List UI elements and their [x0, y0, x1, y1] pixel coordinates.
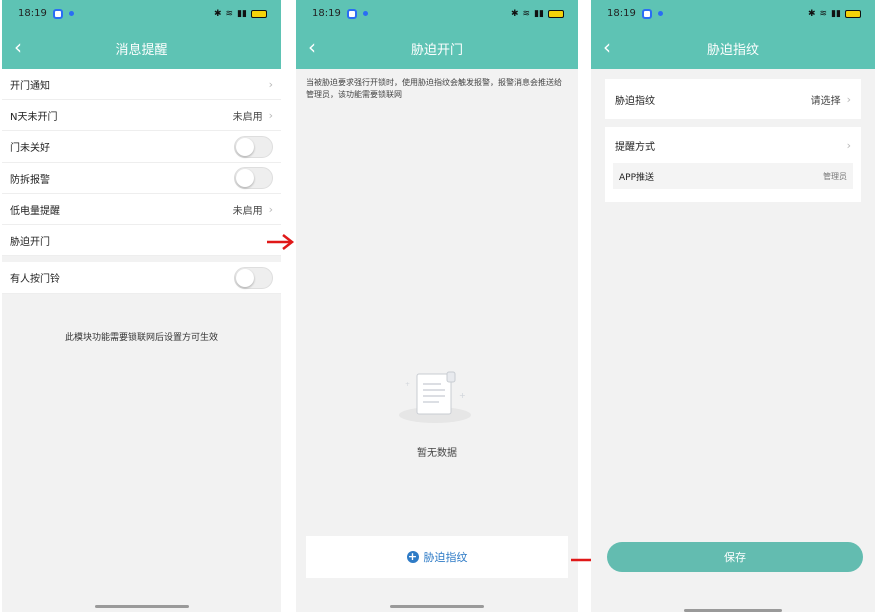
flow-arrow-icon — [267, 234, 295, 250]
chevron-right-icon: › — [268, 77, 273, 91]
signal-icon: ▮▮ — [831, 8, 841, 19]
chevron-right-icon: › — [268, 202, 273, 216]
page-title: 胁迫指纹 — [706, 42, 759, 58]
bluetooth-icon: ✱ — [214, 8, 222, 19]
status-time: 18:19 — [18, 8, 47, 19]
row-label: 胁迫开门 — [10, 236, 50, 248]
status-time: 18:19 — [607, 8, 636, 19]
signal-icon: ▮▮ — [237, 8, 247, 19]
status-time: 18:19 — [312, 8, 341, 19]
battery-icon — [548, 9, 564, 18]
page-title: 胁迫开门 — [410, 42, 463, 58]
home-indicator[interactable] — [390, 605, 484, 608]
fingerprint-value: 请选择 — [810, 95, 841, 107]
row-label: 开门通知 — [10, 80, 50, 92]
duress-description: 当被胁迫要求强行开锁时，使用胁迫指纹会触发报警，报警消息会推送给管理员，该功能需… — [306, 78, 562, 99]
battery-icon — [845, 9, 861, 18]
anti-tamper-toggle[interactable] — [234, 167, 273, 189]
svg-text:+: + — [459, 391, 466, 400]
wifi-icon: ≋ — [225, 8, 234, 19]
back-icon[interactable]: ‹ — [14, 37, 22, 57]
home-indicator[interactable] — [94, 605, 189, 608]
wifi-icon: ≋ — [522, 8, 531, 19]
wifi-icon: ≋ — [819, 8, 828, 19]
bluetooth-icon: ✱ — [808, 8, 816, 19]
chevron-right-icon: › — [846, 92, 851, 106]
bluetooth-icon: ✱ — [511, 8, 519, 19]
row-door-not-closed: 门未关好 — [2, 131, 281, 163]
fingerprint-label: 胁迫指纹 — [615, 95, 655, 107]
add-label: 胁迫指纹 — [423, 551, 468, 564]
row-open-notification[interactable]: 开门通知 › — [2, 69, 281, 100]
battery-icon — [251, 9, 267, 18]
app-notification-icon — [641, 8, 652, 19]
row-label: 防拆报警 — [10, 174, 50, 186]
notification-dot-icon — [362, 11, 368, 16]
row-duress-open[interactable]: 胁迫开门 — [2, 225, 281, 256]
remind-label: 提醒方式 — [615, 141, 655, 153]
status-bar: 18:19 ✱ ≋ ▮▮ — [591, 0, 875, 27]
svg-text:+: + — [405, 381, 410, 388]
app-push-row[interactable]: APP推送 管理员 — [613, 163, 853, 189]
remind-method-row[interactable]: 提醒方式 › — [605, 127, 861, 163]
nav-bar: ‹ 胁迫开门 — [296, 27, 578, 69]
chevron-right-icon: › — [846, 138, 851, 152]
back-icon[interactable]: ‹ — [308, 37, 316, 57]
chevron-right-icon: › — [268, 108, 273, 122]
row-label: 有人按门铃 — [10, 274, 60, 285]
nav-bar: ‹ 消息提醒 — [2, 27, 281, 69]
empty-state: + + 暂无数据 — [296, 368, 578, 459]
app-notification-icon — [346, 8, 357, 19]
row-low-battery[interactable]: 低电量提醒 未启用 › — [2, 194, 281, 225]
screen-message-reminders: 18:19 ✱ ≋ ▮▮ ‹ 消息提醒 开门通知 › N天未开门 未启用 › 门未… — [2, 0, 281, 612]
signal-icon: ▮▮ — [534, 8, 544, 19]
add-duress-fingerprint-button[interactable]: + 胁迫指纹 — [306, 536, 568, 578]
row-label: N天未开门 — [10, 111, 58, 123]
doorbell-toggle[interactable] — [234, 266, 273, 289]
push-label: APP推送 — [619, 172, 655, 183]
fingerprint-card: 胁迫指纹 请选择 › — [605, 79, 861, 119]
empty-text: 暂无数据 — [417, 448, 457, 459]
row-value: 未启用 — [232, 111, 263, 123]
plus-circle-icon: + — [406, 550, 419, 563]
row-anti-tamper: 防拆报警 — [2, 163, 281, 194]
page-title: 消息提醒 — [115, 42, 168, 58]
fingerprint-select-row[interactable]: 胁迫指纹 请选择 › — [605, 79, 861, 119]
row-label: 门未关好 — [10, 143, 50, 154]
row-doorbell: 有人按门铃 — [2, 262, 281, 294]
screen-duress-open: 18:19 ✱ ≋ ▮▮ ‹ 胁迫开门 当被胁迫要求强行开锁时，使用胁迫指纹会触… — [296, 0, 578, 612]
empty-document-icon: + + — [399, 371, 471, 423]
stage: 18:19 ✱ ≋ ▮▮ ‹ 消息提醒 开门通知 › N天未开门 未启用 › 门未… — [0, 0, 875, 612]
save-button[interactable]: 保存 — [607, 542, 863, 572]
network-note: 此模块功能需要锁联网后设置方可生效 — [64, 333, 218, 343]
row-n-days-not-opened[interactable]: N天未开门 未启用 › — [2, 100, 281, 131]
status-bar: 18:19 ✱ ≋ ▮▮ — [296, 0, 578, 27]
screen-duress-fingerprint: 18:19 ✱ ≋ ▮▮ ‹ 胁迫指纹 胁迫指纹 请选择 › 提醒方式 › AP… — [591, 0, 875, 612]
back-icon[interactable]: ‹ — [603, 37, 611, 57]
notification-dot-icon — [657, 11, 663, 16]
app-notification-icon — [52, 8, 63, 19]
notification-dot-icon — [68, 11, 74, 16]
status-bar: 18:19 ✱ ≋ ▮▮ — [2, 0, 281, 27]
row-label: 低电量提醒 — [10, 205, 60, 217]
remind-card: 提醒方式 › APP推送 管理员 — [605, 127, 861, 202]
row-value: 未启用 — [232, 205, 263, 217]
door-not-closed-toggle[interactable] — [234, 135, 273, 158]
nav-bar: ‹ 胁迫指纹 — [591, 27, 875, 69]
push-value: 管理员 — [823, 171, 847, 181]
